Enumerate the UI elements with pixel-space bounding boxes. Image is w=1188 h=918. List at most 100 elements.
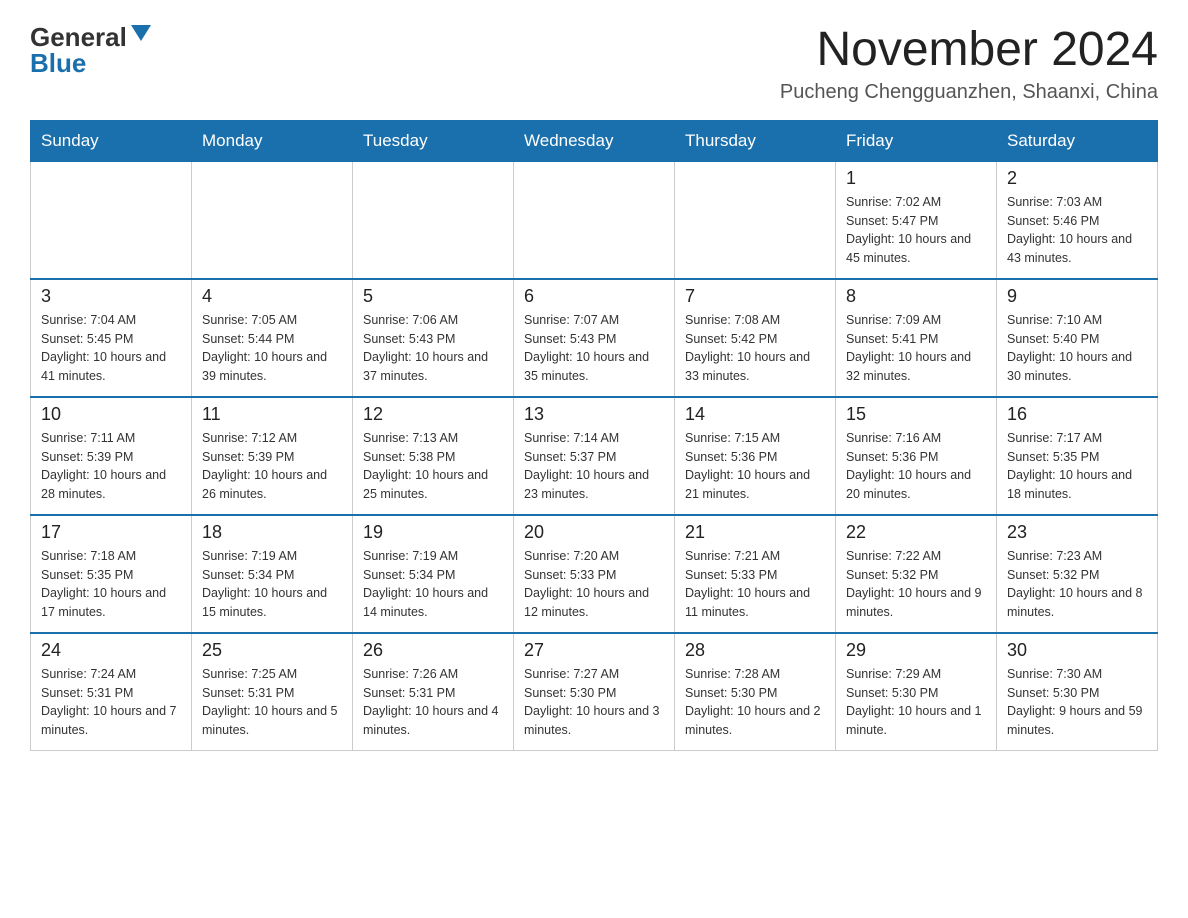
weekday-header-monday: Monday (192, 120, 353, 161)
day-info: Sunrise: 7:10 AMSunset: 5:40 PMDaylight:… (1007, 311, 1147, 386)
day-info: Sunrise: 7:19 AMSunset: 5:34 PMDaylight:… (202, 547, 342, 622)
calendar-cell: 28 Sunrise: 7:28 AMSunset: 5:30 PMDayligh… (675, 633, 836, 751)
calendar-cell: 17 Sunrise: 7:18 AMSunset: 5:35 PMDayligh… (31, 515, 192, 633)
day-number: 14 (685, 404, 825, 425)
day-info: Sunrise: 7:11 AMSunset: 5:39 PMDaylight:… (41, 429, 181, 504)
day-info: Sunrise: 7:28 AMSunset: 5:30 PMDaylight:… (685, 665, 825, 740)
day-info: Sunrise: 7:23 AMSunset: 5:32 PMDaylight:… (1007, 547, 1147, 622)
weekday-header-sunday: Sunday (31, 120, 192, 161)
calendar-table: SundayMondayTuesdayWednesdayThursdayFrid… (30, 120, 1158, 751)
calendar-cell: 12 Sunrise: 7:13 AMSunset: 5:38 PMDayligh… (353, 397, 514, 515)
day-info: Sunrise: 7:26 AMSunset: 5:31 PMDaylight:… (363, 665, 503, 740)
day-number: 6 (524, 286, 664, 307)
day-info: Sunrise: 7:18 AMSunset: 5:35 PMDaylight:… (41, 547, 181, 622)
weekday-header-wednesday: Wednesday (514, 120, 675, 161)
day-number: 29 (846, 640, 986, 661)
calendar-cell: 29 Sunrise: 7:29 AMSunset: 5:30 PMDayligh… (836, 633, 997, 751)
day-number: 21 (685, 522, 825, 543)
calendar-cell: 30Sunrise: 7:30 AMSunset: 5:30 PMDayligh… (997, 633, 1158, 751)
week-row-2: 3Sunrise: 7:04 AMSunset: 5:45 PMDaylight… (31, 279, 1158, 397)
day-number: 28 (685, 640, 825, 661)
month-title: November 2024 (780, 24, 1158, 77)
day-number: 5 (363, 286, 503, 307)
day-info: Sunrise: 7:03 AMSunset: 5:46 PMDaylight:… (1007, 193, 1147, 268)
calendar-cell: 18Sunrise: 7:19 AMSunset: 5:34 PMDayligh… (192, 515, 353, 633)
calendar-cell (353, 161, 514, 279)
calendar-cell: 4Sunrise: 7:05 AMSunset: 5:44 PMDaylight… (192, 279, 353, 397)
day-number: 11 (202, 404, 342, 425)
weekday-header-saturday: Saturday (997, 120, 1158, 161)
day-info: Sunrise: 7:14 AMSunset: 5:37 PMDaylight:… (524, 429, 664, 504)
day-info: Sunrise: 7:12 AMSunset: 5:39 PMDaylight:… (202, 429, 342, 504)
day-number: 13 (524, 404, 664, 425)
day-info: Sunrise: 7:02 AMSunset: 5:47 PMDaylight:… (846, 193, 986, 268)
calendar-cell (514, 161, 675, 279)
day-number: 24 (41, 640, 181, 661)
day-number: 30 (1007, 640, 1147, 661)
calendar-cell: 8 Sunrise: 7:09 AMSunset: 5:41 PMDaylight… (836, 279, 997, 397)
day-number: 20 (524, 522, 664, 543)
calendar-cell (192, 161, 353, 279)
day-info: Sunrise: 7:07 AMSunset: 5:43 PMDaylight:… (524, 311, 664, 386)
logo-triangle-icon (131, 25, 151, 41)
day-number: 10 (41, 404, 181, 425)
day-number: 22 (846, 522, 986, 543)
calendar-header-row: SundayMondayTuesdayWednesdayThursdayFrid… (31, 120, 1158, 161)
calendar-cell: 2 Sunrise: 7:03 AMSunset: 5:46 PMDaylight… (997, 161, 1158, 279)
day-number: 7 (685, 286, 825, 307)
day-info: Sunrise: 7:08 AMSunset: 5:42 PMDaylight:… (685, 311, 825, 386)
day-number: 12 (363, 404, 503, 425)
calendar-cell: 25Sunrise: 7:25 AMSunset: 5:31 PMDayligh… (192, 633, 353, 751)
page-header: General Blue November 2024 Pucheng Cheng… (30, 24, 1158, 104)
week-row-5: 24 Sunrise: 7:24 AMSunset: 5:31 PMDayligh… (31, 633, 1158, 751)
calendar-cell: 15Sunrise: 7:16 AMSunset: 5:36 PMDayligh… (836, 397, 997, 515)
day-number: 3 (41, 286, 181, 307)
calendar-cell: 24 Sunrise: 7:24 AMSunset: 5:31 PMDayligh… (31, 633, 192, 751)
calendar-cell: 20 Sunrise: 7:20 AMSunset: 5:33 PMDayligh… (514, 515, 675, 633)
calendar-cell: 6 Sunrise: 7:07 AMSunset: 5:43 PMDaylight… (514, 279, 675, 397)
calendar-cell: 14 Sunrise: 7:15 AMSunset: 5:36 PMDayligh… (675, 397, 836, 515)
day-info: Sunrise: 7:09 AMSunset: 5:41 PMDaylight:… (846, 311, 986, 386)
calendar-cell: 9Sunrise: 7:10 AMSunset: 5:40 PMDaylight… (997, 279, 1158, 397)
calendar-cell: 21 Sunrise: 7:21 AMSunset: 5:33 PMDayligh… (675, 515, 836, 633)
day-number: 16 (1007, 404, 1147, 425)
day-info: Sunrise: 7:13 AMSunset: 5:38 PMDaylight:… (363, 429, 503, 504)
calendar-cell: 26Sunrise: 7:26 AMSunset: 5:31 PMDayligh… (353, 633, 514, 751)
day-info: Sunrise: 7:20 AMSunset: 5:33 PMDaylight:… (524, 547, 664, 622)
day-number: 4 (202, 286, 342, 307)
day-info: Sunrise: 7:27 AMSunset: 5:30 PMDaylight:… (524, 665, 664, 740)
day-number: 8 (846, 286, 986, 307)
calendar-cell: 22Sunrise: 7:22 AMSunset: 5:32 PMDayligh… (836, 515, 997, 633)
day-number: 19 (363, 522, 503, 543)
logo-general: General (30, 24, 127, 50)
calendar-cell: 3Sunrise: 7:04 AMSunset: 5:45 PMDaylight… (31, 279, 192, 397)
week-row-3: 10 Sunrise: 7:11 AMSunset: 5:39 PMDayligh… (31, 397, 1158, 515)
calendar-cell: 5 Sunrise: 7:06 AMSunset: 5:43 PMDaylight… (353, 279, 514, 397)
calendar-cell (675, 161, 836, 279)
day-info: Sunrise: 7:16 AMSunset: 5:36 PMDaylight:… (846, 429, 986, 504)
day-info: Sunrise: 7:25 AMSunset: 5:31 PMDaylight:… (202, 665, 342, 740)
day-info: Sunrise: 7:24 AMSunset: 5:31 PMDaylight:… (41, 665, 181, 740)
day-number: 27 (524, 640, 664, 661)
day-info: Sunrise: 7:15 AMSunset: 5:36 PMDaylight:… (685, 429, 825, 504)
calendar-cell: 27 Sunrise: 7:27 AMSunset: 5:30 PMDayligh… (514, 633, 675, 751)
week-row-1: 1 Sunrise: 7:02 AMSunset: 5:47 PMDaylight… (31, 161, 1158, 279)
day-info: Sunrise: 7:19 AMSunset: 5:34 PMDaylight:… (363, 547, 503, 622)
day-info: Sunrise: 7:21 AMSunset: 5:33 PMDaylight:… (685, 547, 825, 622)
day-info: Sunrise: 7:17 AMSunset: 5:35 PMDaylight:… (1007, 429, 1147, 504)
title-area: November 2024 Pucheng Chengguanzhen, Sha… (780, 24, 1158, 104)
calendar-cell: 10 Sunrise: 7:11 AMSunset: 5:39 PMDayligh… (31, 397, 192, 515)
day-number: 17 (41, 522, 181, 543)
calendar-cell: 13 Sunrise: 7:14 AMSunset: 5:37 PMDayligh… (514, 397, 675, 515)
week-row-4: 17 Sunrise: 7:18 AMSunset: 5:35 PMDayligh… (31, 515, 1158, 633)
location-title: Pucheng Chengguanzhen, Shaanxi, China (780, 81, 1158, 104)
day-number: 1 (846, 168, 986, 189)
day-info: Sunrise: 7:29 AMSunset: 5:30 PMDaylight:… (846, 665, 986, 740)
day-info: Sunrise: 7:06 AMSunset: 5:43 PMDaylight:… (363, 311, 503, 386)
calendar-cell: 7 Sunrise: 7:08 AMSunset: 5:42 PMDaylight… (675, 279, 836, 397)
weekday-header-tuesday: Tuesday (353, 120, 514, 161)
logo: General Blue (30, 24, 151, 76)
day-number: 23 (1007, 522, 1147, 543)
calendar-cell: 1 Sunrise: 7:02 AMSunset: 5:47 PMDaylight… (836, 161, 997, 279)
day-number: 2 (1007, 168, 1147, 189)
